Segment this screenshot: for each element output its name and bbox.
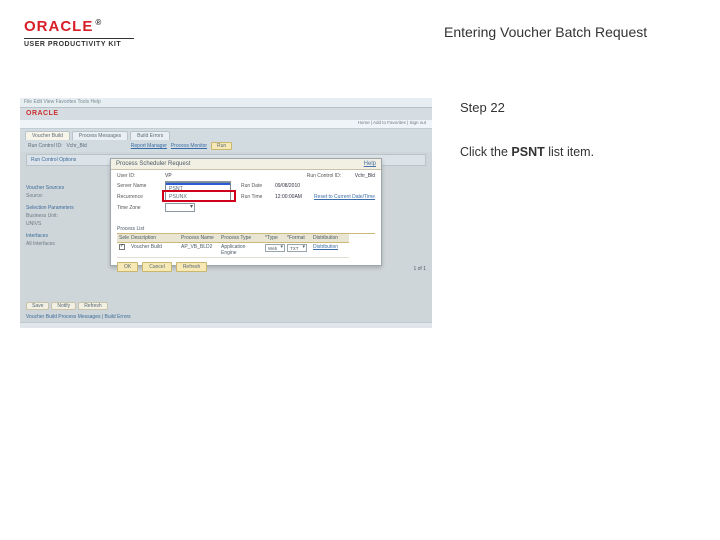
dialog-title: Process Scheduler Request bbox=[116, 161, 190, 167]
th-select: Select bbox=[117, 234, 129, 243]
side-pane: Voucher Sources Source: Selection Parame… bbox=[26, 180, 106, 248]
row-select-checkbox[interactable] bbox=[119, 244, 125, 250]
th-process-type: Process Type bbox=[219, 234, 263, 243]
registered-mark: ® bbox=[95, 18, 102, 27]
reset-datetime-link[interactable]: Reset to Current Date/Time bbox=[314, 194, 375, 200]
save-button[interactable]: Save bbox=[26, 302, 49, 310]
record-nav: 1 of 1 bbox=[413, 266, 426, 272]
run-control-id-value: Vchr_Bld bbox=[355, 173, 375, 179]
th-description: Description bbox=[129, 234, 179, 243]
cancel-button[interactable]: Cancel bbox=[142, 262, 172, 272]
recurrence-label: Recurrence bbox=[117, 194, 165, 200]
row-format-cell: TXT bbox=[285, 243, 311, 258]
server-name-label: Server Name bbox=[117, 183, 165, 189]
tab-build-errors[interactable]: Build Errors bbox=[130, 131, 170, 140]
app-brand-bar: ORACLE bbox=[20, 108, 432, 120]
row-type-cell: Web bbox=[263, 243, 285, 258]
page-footer-links: Voucher Build Process Messages | Build E… bbox=[26, 314, 131, 320]
server-option-psunx[interactable]: PSUNX bbox=[166, 193, 230, 201]
step-action: Click the PSNT list item. bbox=[460, 145, 594, 159]
run-time-label: Run Time bbox=[241, 194, 275, 200]
interfaces-header: Interfaces bbox=[26, 232, 106, 240]
logo-divider bbox=[24, 38, 134, 39]
tab-process-messages[interactable]: Process Messages bbox=[72, 131, 128, 140]
help-link[interactable]: Help bbox=[364, 161, 376, 167]
business-unit-value: UNIVS bbox=[26, 220, 106, 228]
row-distribution-link[interactable]: Distribution bbox=[311, 243, 349, 258]
app-brand-text: ORACLE bbox=[26, 110, 59, 117]
voucher-sources-header: Voucher Sources bbox=[26, 184, 106, 192]
action-post: list item. bbox=[545, 145, 594, 159]
row-type-select[interactable]: Web bbox=[265, 244, 285, 252]
run-control-id-label: Run Control ID: bbox=[307, 173, 355, 179]
browser-statusbar bbox=[20, 322, 432, 328]
instruction-panel: Step 22 Click the PSNT list item. bbox=[432, 98, 594, 159]
th-format: *Format bbox=[285, 234, 311, 243]
business-unit-label: Business Unit: bbox=[26, 212, 106, 220]
run-date-label: Run Date bbox=[241, 183, 275, 189]
page-tabs: Voucher Build Process Messages Build Err… bbox=[20, 129, 432, 140]
user-id-value: VP bbox=[165, 173, 172, 179]
process-monitor-link[interactable]: Process Monitor bbox=[171, 143, 207, 149]
run-time-value: 12:00:00AM bbox=[275, 194, 302, 200]
app-subnav: Home | Add to Favorites | Sign out bbox=[20, 120, 432, 129]
action-pre: Click the bbox=[460, 145, 511, 159]
run-control-row: Run Control ID: Vchr_Bld Report Manager … bbox=[20, 140, 432, 152]
server-name-dropdown: PSNT PSUNX bbox=[165, 182, 231, 202]
dialog-titlebar: Process Scheduler Request Help bbox=[111, 159, 381, 170]
upk-subtitle: USER PRODUCTIVITY KIT bbox=[24, 41, 154, 48]
oracle-logo: ORACLE® bbox=[24, 18, 154, 35]
tab-voucher-build[interactable]: Voucher Build bbox=[25, 131, 70, 140]
time-zone-label: Time Zone bbox=[117, 205, 165, 211]
th-process-name: Process Name bbox=[179, 234, 219, 243]
source-label: Source: bbox=[26, 192, 106, 200]
th-type: *Type bbox=[263, 234, 285, 243]
ok-button[interactable]: OK bbox=[117, 262, 138, 272]
refresh-button[interactable]: Refresh bbox=[176, 262, 208, 272]
run-button[interactable]: Run bbox=[211, 142, 232, 150]
browser-chrome: File Edit View Favorites Tools Help bbox=[20, 98, 432, 108]
process-list-table: Select Description Process Name Process … bbox=[117, 234, 375, 258]
time-zone-select[interactable] bbox=[165, 203, 195, 212]
row-select-cell bbox=[117, 243, 129, 258]
all-interfaces-label: All Interfaces bbox=[26, 240, 106, 248]
process-scheduler-request-dialog: Process Scheduler Request Help User ID: … bbox=[110, 158, 382, 266]
oracle-logo-text: ORACLE bbox=[24, 18, 93, 35]
document-title: Entering Voucher Batch Request bbox=[154, 18, 696, 40]
run-date-value: 09/08/2010 bbox=[275, 183, 300, 189]
server-option-psnt[interactable]: PSNT bbox=[166, 185, 230, 193]
th-distribution: Distribution bbox=[311, 234, 349, 243]
page-footer-buttons: Save Notify Refresh bbox=[26, 302, 108, 310]
runcntl-label: Run Control ID: bbox=[28, 143, 62, 149]
row-format-select[interactable]: TXT bbox=[287, 244, 307, 252]
report-manager-link[interactable]: Report Manager bbox=[131, 143, 167, 149]
row-description: Voucher Build bbox=[129, 243, 179, 258]
oracle-logo-block: ORACLE® USER PRODUCTIVITY KIT bbox=[24, 18, 154, 48]
footer-refresh-button[interactable]: Refresh bbox=[78, 302, 108, 310]
action-bold: PSNT bbox=[511, 145, 544, 159]
embedded-screenshot: File Edit View Favorites Tools Help ORAC… bbox=[20, 98, 432, 328]
user-id-label: User ID: bbox=[117, 173, 165, 179]
runcntl-value: Vchr_Bld bbox=[66, 143, 86, 149]
process-list-header: Process List bbox=[117, 226, 375, 234]
notify-button[interactable]: Notify bbox=[51, 302, 76, 310]
row-process-type: Application Engine bbox=[219, 243, 263, 258]
selection-params-header: Selection Parameters bbox=[26, 204, 106, 212]
step-label: Step 22 bbox=[460, 100, 594, 115]
row-process-name: AP_VB_BLD2 bbox=[179, 243, 219, 258]
